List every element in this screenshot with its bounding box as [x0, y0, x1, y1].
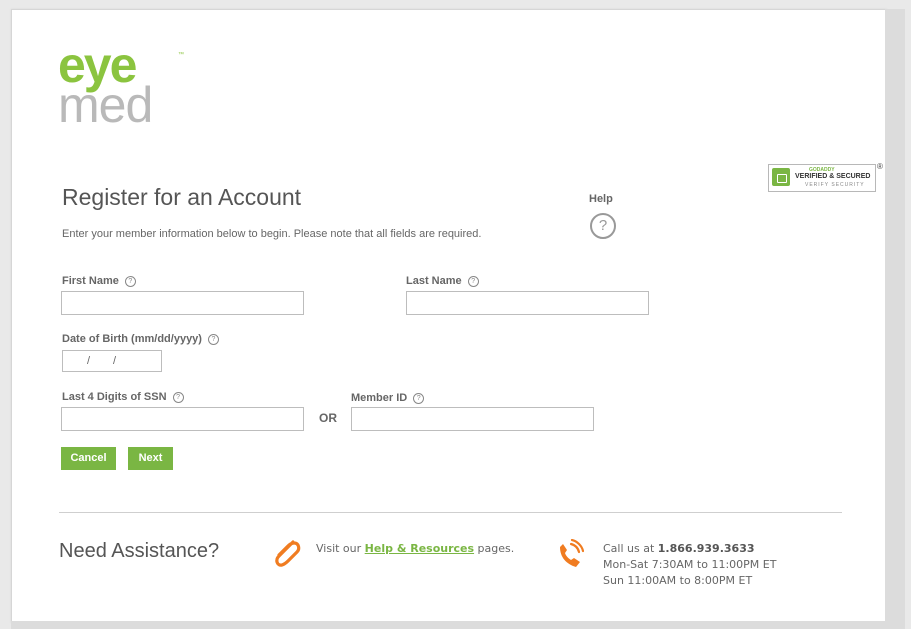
eyemed-logo: eye med ™: [58, 40, 184, 136]
first-name-help-icon[interactable]: ?: [124, 276, 136, 287]
registered-mark: ®: [877, 162, 883, 171]
ssn-help-icon[interactable]: ?: [172, 392, 184, 403]
dob-input[interactable]: / /: [62, 350, 162, 372]
cancel-button[interactable]: Cancel: [61, 447, 116, 470]
seal-line-1: VERIFIED & SECURED: [795, 173, 871, 180]
first-name-label-text: First Name: [62, 275, 119, 287]
ssn-label-text: Last 4 Digits of SSN: [62, 391, 167, 403]
page-title: Register for an Account: [62, 184, 302, 210]
last-name-label: Last Name?: [406, 275, 479, 287]
help-circle-icon[interactable]: ?: [590, 213, 616, 239]
seal-line-2: VERIFY SECURITY: [805, 182, 865, 188]
visit-prefix: Visit our: [316, 542, 365, 555]
godaddy-security-seal[interactable]: GODADDY VERIFIED & SECURED VERIFY SECURI…: [768, 164, 876, 192]
member-id-label-text: Member ID: [351, 392, 408, 404]
dob-help-icon[interactable]: ?: [207, 334, 219, 345]
member-id-help-icon[interactable]: ?: [413, 393, 425, 404]
dob-separator-2: /: [113, 355, 117, 367]
dob-separator-1: /: [87, 355, 91, 367]
page-frame: eye med ™ GODADDY VERIFIED & SECURED VER…: [11, 9, 887, 623]
or-separator: OR: [319, 411, 337, 425]
paperclip-icon: [275, 540, 301, 567]
logo-text-med: med: [58, 77, 153, 133]
help-resources-link[interactable]: Help & Resources: [365, 542, 474, 555]
hours-sunday: Sun 11:00AM to 8:00PM ET: [603, 574, 753, 587]
call-prefix: Call us at: [603, 542, 658, 555]
logo-trademark: ™: [178, 52, 184, 58]
ssn-input[interactable]: [61, 407, 304, 431]
call-info: Call us at 1.866.939.3633 Mon-Sat 7:30AM…: [603, 541, 776, 589]
phone-number[interactable]: 1.866.939.3633: [658, 542, 755, 555]
page-intro: Enter your member information below to b…: [62, 228, 482, 240]
call-line: Call us at 1.866.939.3633: [603, 541, 776, 557]
ssn-label: Last 4 Digits of SSN?: [62, 391, 184, 403]
first-name-input[interactable]: [61, 291, 304, 315]
lock-icon: [772, 168, 790, 186]
dob-label: Date of Birth (mm/dd/yyyy)?: [62, 333, 219, 345]
need-assistance-heading: Need Assistance?: [59, 540, 220, 562]
dob-label-text: Date of Birth (mm/dd/yyyy): [62, 333, 202, 345]
first-name-label: First Name?: [62, 275, 136, 287]
visit-suffix: pages.: [474, 542, 515, 555]
section-divider: [59, 512, 842, 513]
bottom-gutter: [11, 621, 905, 629]
last-name-input[interactable]: [406, 291, 649, 315]
member-id-label: Member ID?: [351, 392, 425, 404]
last-name-help-icon[interactable]: ?: [467, 276, 479, 287]
member-id-input[interactable]: [351, 407, 594, 431]
last-name-label-text: Last Name: [406, 275, 462, 287]
right-scroll-gutter: [885, 9, 905, 621]
hours-weekday: Mon-Sat 7:30AM to 11:00PM ET: [603, 558, 777, 571]
visit-help-text: Visit our Help & Resources pages.: [316, 542, 514, 555]
next-button[interactable]: Next: [128, 447, 173, 470]
help-label: Help: [589, 193, 613, 205]
phone-icon: [560, 539, 584, 567]
